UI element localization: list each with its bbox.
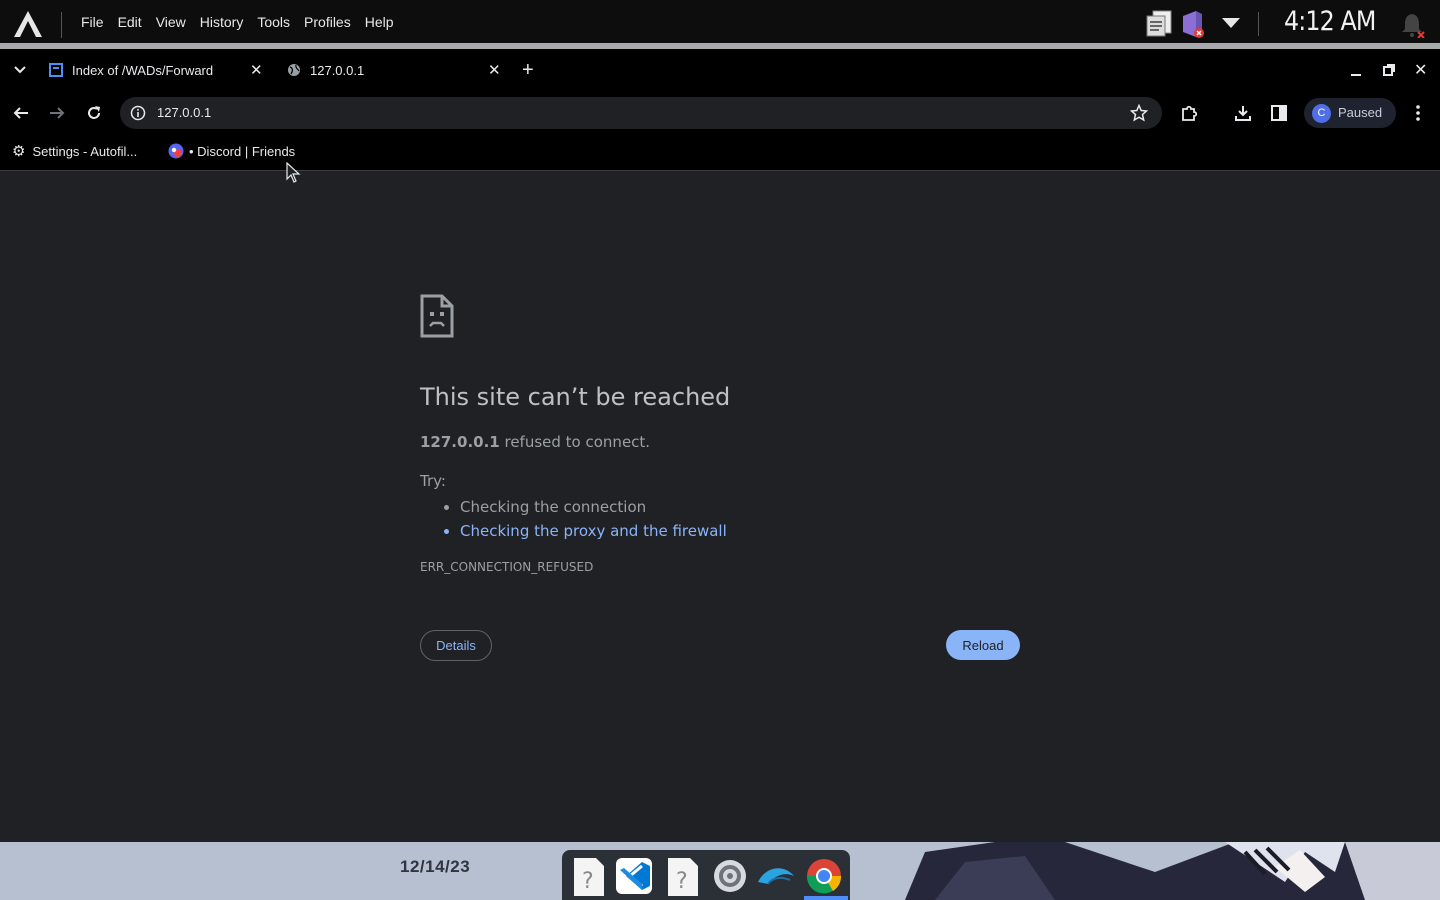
menu-view[interactable]: View (156, 14, 186, 30)
arch-logo-icon[interactable] (12, 10, 44, 38)
globe-icon (288, 64, 300, 76)
suggestion-list: Checking the connection Checking the pro… (420, 495, 727, 543)
bookmarks-bar: ⚙ Settings - Autofil... • Discord | Frie… (0, 135, 1440, 171)
vscode-icon[interactable] (614, 856, 654, 896)
unknown-app-icon[interactable]: ? (568, 856, 608, 896)
page-icon (49, 63, 63, 77)
extensions-puzzle-icon[interactable] (1180, 104, 1198, 122)
try-label: Try: (420, 472, 446, 490)
suggestion-check-connection: Checking the connection (460, 495, 727, 519)
menu-file[interactable]: File (81, 14, 104, 30)
error-host: 127.0.0.1 (420, 433, 500, 451)
forward-arrow-icon[interactable] (48, 104, 66, 122)
menu-help[interactable]: Help (365, 14, 394, 30)
more-menu-icon[interactable] (1410, 103, 1426, 123)
settings-icon[interactable] (710, 856, 750, 896)
side-panel-icon[interactable] (1270, 104, 1288, 122)
error-code: ERR_CONNECTION_REFUSED (420, 560, 594, 574)
dropdown-arrow-icon[interactable] (1220, 16, 1242, 30)
back-arrow-icon[interactable] (12, 104, 30, 122)
tab-localhost[interactable]: 127.0.0.1 ✕ (278, 49, 510, 91)
discord-icon[interactable] (1180, 8, 1206, 40)
tab-search-chevron-icon[interactable] (12, 64, 28, 76)
menu-history[interactable]: History (200, 14, 244, 30)
error-message: 127.0.0.1 refused to connect. (420, 433, 650, 451)
dolphin-icon[interactable] (756, 856, 796, 896)
info-icon[interactable] (130, 105, 146, 121)
discord-icon (168, 143, 184, 159)
sad-document-icon (420, 294, 454, 338)
clipboard-icon[interactable] (1144, 8, 1174, 38)
svg-text:?: ? (582, 869, 594, 894)
system-top-bar: File Edit View History Tools Profiles He… (0, 0, 1440, 49)
tab-title: Index of /WADs/Forward (72, 62, 214, 78)
reload-icon[interactable] (85, 104, 103, 122)
dock: ? ? (562, 850, 850, 900)
tab-close-icon[interactable]: ✕ (250, 61, 263, 79)
suggestion-check-proxy-link[interactable]: Checking the proxy and the firewall (460, 519, 727, 543)
address-bar[interactable]: 127.0.0.1 (120, 97, 1162, 129)
mouse-pointer-icon (286, 162, 301, 183)
clock: 4:12 AM (1284, 6, 1376, 37)
url-text[interactable]: 127.0.0.1 (157, 105, 211, 120)
minimize-icon[interactable] (1348, 63, 1364, 79)
details-button[interactable]: Details (420, 630, 492, 661)
wallpaper-character-art (905, 842, 1440, 900)
reload-button[interactable]: Reload (946, 630, 1020, 660)
page-content: This site can’t be reached 127.0.0.1 ref… (0, 171, 1440, 842)
error-title: This site can’t be reached (420, 383, 731, 411)
active-app-indicator (804, 896, 848, 900)
desktop-date: 12/14/23 (400, 857, 471, 876)
bookmark-settings-autofill[interactable]: ⚙ Settings - Autofil... (12, 135, 137, 167)
restore-icon[interactable] (1381, 62, 1397, 78)
tab-close-icon[interactable]: ✕ (488, 61, 501, 79)
new-tab-icon[interactable]: + (522, 59, 534, 82)
error-message-text: refused to connect. (499, 433, 651, 451)
tab-title: 127.0.0.1 (310, 62, 365, 78)
unknown-app-icon[interactable]: ? (662, 856, 702, 896)
menu-tools[interactable]: Tools (257, 14, 290, 30)
chrome-icon[interactable] (804, 856, 844, 896)
gear-icon: ⚙ (12, 143, 26, 160)
download-icon[interactable] (1234, 104, 1252, 122)
tab-strip: Index of /WADs/Forward ✕ 127.0.0.1 ✕ + ✕ (0, 49, 1440, 91)
app-menu-bar: File Edit View History Tools Profiles He… (74, 0, 401, 44)
bookmark-discord-friends[interactable]: • Discord | Friends (168, 135, 295, 167)
bookmark-star-icon[interactable] (1130, 104, 1148, 122)
menu-profiles[interactable]: Profiles (304, 14, 351, 30)
browser-toolbar: 127.0.0.1 C Paused (0, 91, 1440, 135)
close-window-icon[interactable]: ✕ (1414, 60, 1427, 80)
separator (61, 12, 62, 38)
notification-bell-icon[interactable] (1400, 10, 1428, 38)
svg-text:?: ? (676, 869, 688, 894)
profile-status: Paused (1338, 105, 1383, 120)
separator (1258, 12, 1259, 36)
desktop-background: 12/14/23 ? ? (0, 842, 1440, 900)
profile-button[interactable]: C Paused (1304, 98, 1396, 128)
bookmark-label: Settings - Autofil... (32, 143, 138, 159)
menu-edit[interactable]: Edit (118, 14, 142, 30)
avatar: C (1312, 104, 1331, 123)
tab-index-of-wads[interactable]: Index of /WADs/Forward ✕ (40, 49, 272, 91)
bookmark-label: • Discord | Friends (189, 143, 296, 159)
